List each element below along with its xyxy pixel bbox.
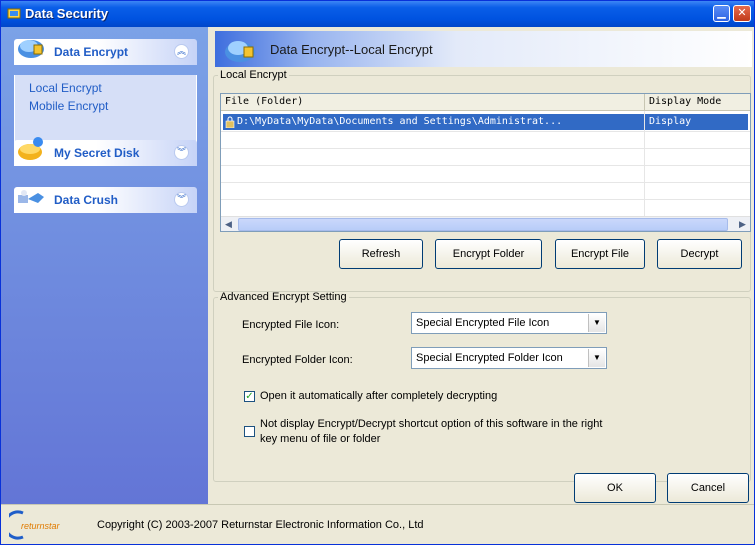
file-icon-label: Encrypted File Icon: — [242, 319, 340, 331]
file-icon-value: Special Encrypted File Icon — [416, 317, 550, 329]
data-crush-icon — [18, 190, 44, 203]
window-title: Data Security — [25, 6, 109, 21]
sidebar-group-title: My Secret Disk — [54, 146, 140, 160]
secret-disk-icon — [18, 137, 43, 160]
dropdown-arrow-icon[interactable]: ▼ — [588, 314, 605, 332]
scrollbar-thumb[interactable] — [238, 218, 728, 231]
hide-shortcut-label-line2[interactable]: key menu of file or folder — [260, 433, 380, 445]
display-mode-cell: Display — [649, 116, 692, 127]
column-header-file[interactable]: File (Folder) — [225, 96, 303, 107]
row-divider — [221, 182, 750, 183]
folder-icon-select[interactable]: Special Encrypted Folder Icon ▼ — [411, 347, 607, 369]
title-bar[interactable]: Data Security ▁ ✕ — [1, 1, 754, 27]
hide-shortcut-checkbox[interactable] — [244, 426, 255, 437]
minimize-button[interactable]: ▁ — [713, 5, 730, 22]
horizontal-scrollbar[interactable]: ◀ ▶ — [221, 216, 750, 231]
row-divider — [221, 131, 750, 132]
app-window: Data Security ▁ ✕ Data Encrypt ︽ Local E… — [0, 0, 755, 545]
page-title: Data Encrypt--Local Encrypt — [270, 42, 433, 57]
sidebar-group-title: Data Encrypt — [54, 45, 129, 59]
page-header: Data Encrypt--Local Encrypt — [215, 31, 752, 67]
main-panel: Data Encrypt--Local Encrypt Local Encryp… — [208, 27, 754, 504]
returnstar-logo: returnstar — [9, 510, 61, 540]
hide-shortcut-label-line1[interactable]: Not display Encrypt/Decrypt shortcut opt… — [260, 418, 602, 430]
sidebar-group-my-secret-disk[interactable]: My Secret Disk ︾ — [14, 137, 197, 166]
open-automatically-label[interactable]: Open it automatically after completely d… — [260, 390, 497, 402]
encrypt-folder-button[interactable]: Encrypt Folder — [435, 239, 542, 269]
row-divider — [221, 148, 750, 149]
table-row[interactable]: D:\MyData\MyData\Documents and Settings\… — [223, 114, 748, 130]
row-divider — [221, 199, 750, 200]
copyright-text: Copyright (C) 2003-2007 Returnstar Elect… — [97, 519, 424, 531]
scroll-right-icon[interactable]: ▶ — [735, 217, 750, 232]
data-encrypt-icon — [18, 40, 44, 58]
sidebar-item-mobile-encrypt[interactable]: Mobile Encrypt — [29, 99, 108, 113]
folder-icon-label: Encrypted Folder Icon: — [242, 354, 353, 366]
dropdown-arrow-icon[interactable]: ▼ — [588, 349, 605, 367]
expand-icon[interactable]: ︾ — [174, 192, 189, 207]
local-encrypt-legend: Local Encrypt — [220, 69, 287, 81]
ok-button[interactable]: OK — [574, 473, 656, 503]
decrypt-button[interactable]: Decrypt — [657, 239, 742, 269]
file-path-cell: D:\MyData\MyData\Documents and Settings\… — [237, 116, 563, 127]
close-button[interactable]: ✕ — [733, 5, 751, 22]
sidebar-group-data-encrypt[interactable]: Data Encrypt ︽ — [14, 39, 197, 65]
lock-icon — [225, 116, 235, 128]
column-separator[interactable] — [644, 94, 645, 111]
open-automatically-checkbox[interactable]: ✓ — [244, 391, 255, 402]
row-divider — [221, 165, 750, 166]
file-icon-select[interactable]: Special Encrypted File Icon ▼ — [411, 312, 607, 334]
refresh-button[interactable]: Refresh — [339, 239, 423, 269]
sidebar-item-local-encrypt[interactable]: Local Encrypt — [29, 81, 102, 95]
sidebar-group-data-crush[interactable]: Data Crush ︾ — [14, 187, 197, 213]
svg-text:returnstar: returnstar — [21, 521, 61, 531]
folder-icon-value: Special Encrypted Folder Icon — [416, 352, 563, 364]
sidebar: Data Encrypt ︽ Local Encrypt Mobile Encr… — [1, 27, 208, 504]
encrypt-file-button[interactable]: Encrypt File — [555, 239, 645, 269]
column-divider — [644, 111, 645, 216]
list-header: File (Folder) Display Mode — [221, 94, 750, 111]
cancel-button[interactable]: Cancel — [667, 473, 749, 503]
encrypted-files-list[interactable]: File (Folder) Display Mode D:\MyData\MyD… — [220, 93, 751, 232]
sidebar-group-title: Data Crush — [54, 193, 119, 207]
footer: returnstar Copyright (C) 2003-2007 Retur… — [1, 504, 754, 544]
app-icon — [7, 8, 21, 19]
expand-icon[interactable]: ︾ — [174, 145, 189, 160]
column-header-display-mode[interactable]: Display Mode — [649, 96, 721, 107]
advanced-settings-legend: Advanced Encrypt Setting — [220, 291, 347, 303]
data-encrypt-icon — [225, 41, 255, 62]
collapse-icon[interactable]: ︽ — [174, 44, 189, 59]
scroll-left-icon[interactable]: ◀ — [221, 217, 236, 232]
